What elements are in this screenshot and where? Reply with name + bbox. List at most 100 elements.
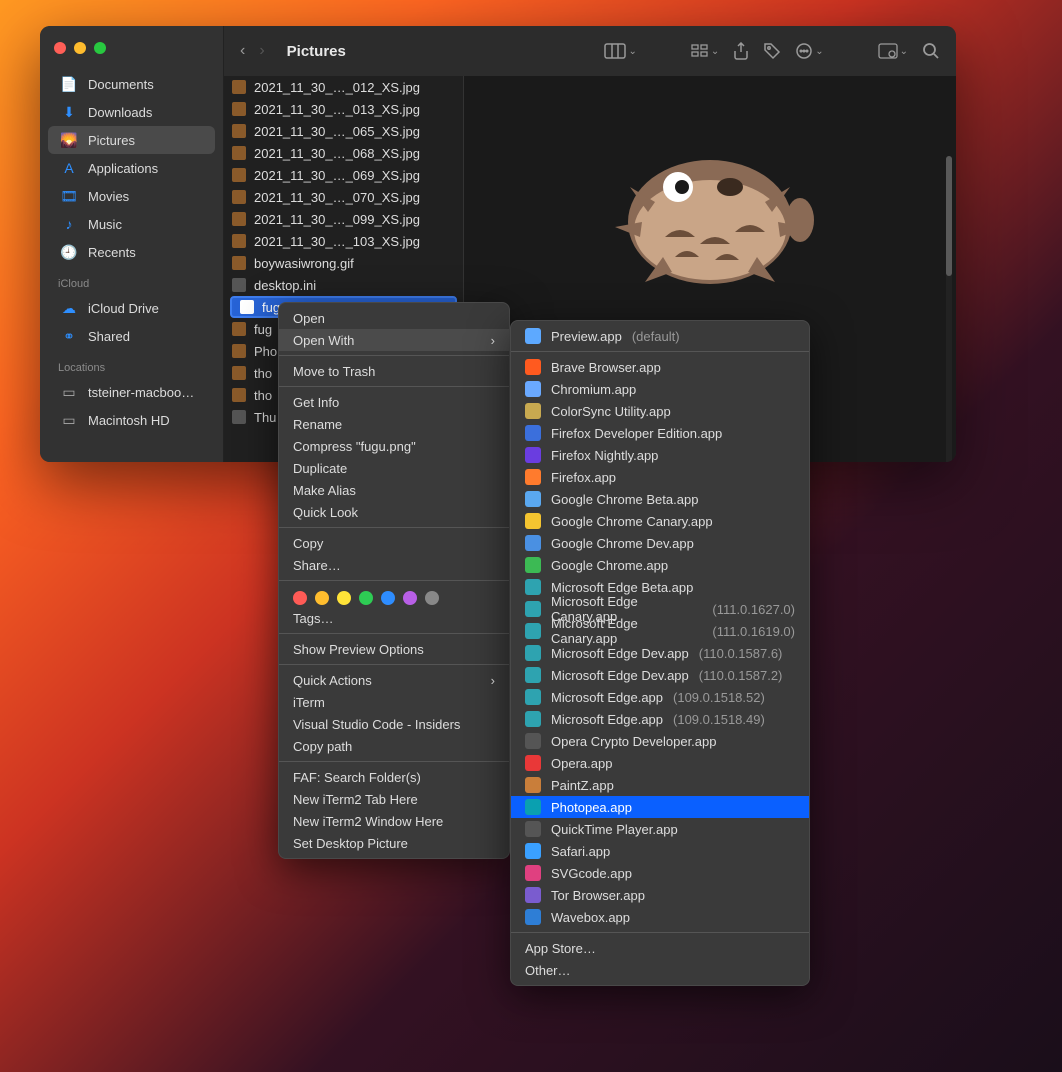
menu-item[interactable]: iTerm: [279, 691, 509, 713]
menu-item[interactable]: Visual Studio Code - Insiders: [279, 713, 509, 735]
open-with-app[interactable]: Preview.app (default): [511, 325, 809, 347]
open-with-app[interactable]: Firefox.app: [511, 466, 809, 488]
file-row[interactable]: 2021_11_30_…_069_XS.jpg: [224, 164, 463, 186]
search-button[interactable]: [922, 42, 940, 60]
group-button[interactable]: ⌄: [691, 44, 719, 58]
sidebar-item-music[interactable]: ♪Music: [48, 210, 215, 238]
menu-item[interactable]: Open With›: [279, 329, 509, 351]
menu-item[interactable]: Share…: [279, 554, 509, 576]
menu-item[interactable]: Quick Actions›: [279, 669, 509, 691]
open-with-app[interactable]: Chromium.app: [511, 378, 809, 400]
open-with-app[interactable]: Google Chrome Dev.app: [511, 532, 809, 554]
open-with-app[interactable]: ColorSync Utility.app: [511, 400, 809, 422]
open-with-app[interactable]: Microsoft Edge.app (109.0.1518.49): [511, 708, 809, 730]
view-columns-button[interactable]: ⌄: [604, 43, 636, 59]
open-with-app[interactable]: Microsoft Edge Dev.app (110.0.1587.6): [511, 642, 809, 664]
file-row[interactable]: 2021_11_30_…_099_XS.jpg: [224, 208, 463, 230]
open-with-footer-item[interactable]: App Store…: [511, 937, 809, 959]
sidebar-item-movies[interactable]: 🎞Movies: [48, 182, 215, 210]
context-menu[interactable]: OpenOpen With› Move to Trash Get InfoRenam…: [278, 302, 510, 859]
open-with-app[interactable]: Google Chrome Canary.app: [511, 510, 809, 532]
sidebar-item-recents[interactable]: 🕘Recents: [48, 238, 215, 266]
file-row[interactable]: 2021_11_30_…_070_XS.jpg: [224, 186, 463, 208]
file-row[interactable]: 2021_11_30_…_013_XS.jpg: [224, 98, 463, 120]
menu-item[interactable]: Copy path: [279, 735, 509, 757]
sidebar-item-applications[interactable]: AApplications: [48, 154, 215, 182]
menu-item[interactable]: Tags…: [279, 607, 509, 629]
open-with-app[interactable]: Microsoft Edge Dev.app (110.0.1587.2): [511, 664, 809, 686]
open-with-app[interactable]: QuickTime Player.app: [511, 818, 809, 840]
sidebar-item-shared[interactable]: ⚭Shared: [48, 322, 215, 350]
open-with-app[interactable]: Google Chrome Beta.app: [511, 488, 809, 510]
menu-item[interactable]: Show Preview Options: [279, 638, 509, 660]
open-with-app[interactable]: Brave Browser.app: [511, 356, 809, 378]
tag-color[interactable]: [315, 591, 329, 605]
open-with-app[interactable]: Microsoft Edge Canary.app (111.0.1619.0): [511, 620, 809, 642]
file-icon: [232, 168, 246, 182]
file-row[interactable]: boywasiwrong.gif: [224, 252, 463, 274]
open-with-app[interactable]: Safari.app: [511, 840, 809, 862]
open-with-submenu[interactable]: Preview.app (default) Brave Browser.appCh…: [510, 320, 810, 986]
file-row[interactable]: 2021_11_30_…_012_XS.jpg: [224, 76, 463, 98]
menu-item[interactable]: Duplicate: [279, 457, 509, 479]
open-with-app[interactable]: SVGcode.app: [511, 862, 809, 884]
tag-color[interactable]: [403, 591, 417, 605]
open-with-app[interactable]: Firefox Developer Edition.app: [511, 422, 809, 444]
sidebar-item-label: Applications: [88, 161, 158, 176]
more-button[interactable]: ⌄: [795, 42, 823, 60]
sidebar-item-location[interactable]: ▭Macintosh HD: [48, 406, 215, 434]
open-with-app[interactable]: Opera Crypto Developer.app: [511, 730, 809, 752]
sidebar-item-pictures[interactable]: 🌄Pictures: [48, 126, 215, 154]
file-row[interactable]: 2021_11_30_…_065_XS.jpg: [224, 120, 463, 142]
fullscreen-window-button[interactable]: [94, 42, 106, 54]
open-with-app[interactable]: PaintZ.app: [511, 774, 809, 796]
actions-button[interactable]: ⌄: [878, 43, 908, 59]
preview-scrollbar-thumb[interactable]: [946, 156, 952, 276]
share-button[interactable]: [733, 42, 749, 60]
tag-color[interactable]: [381, 591, 395, 605]
menu-item[interactable]: Set Desktop Picture: [279, 832, 509, 854]
app-icon: [525, 645, 541, 661]
window-title: Pictures: [287, 43, 346, 60]
close-window-button[interactable]: [54, 42, 66, 54]
sidebar-item-icloud-drive[interactable]: ☁︎iCloud Drive: [48, 294, 215, 322]
sidebar-item-location[interactable]: ▭tsteiner-macboo…: [48, 378, 215, 406]
file-row[interactable]: 2021_11_30_…_068_XS.jpg: [224, 142, 463, 164]
file-row[interactable]: 2021_11_30_…_103_XS.jpg: [224, 230, 463, 252]
app-name: Microsoft Edge Beta.app: [551, 580, 693, 595]
menu-item[interactable]: Get Info: [279, 391, 509, 413]
menu-item-label: Make Alias: [293, 483, 356, 498]
menu-item[interactable]: New iTerm2 Window Here: [279, 810, 509, 832]
open-with-app[interactable]: Photopea.app: [511, 796, 809, 818]
sidebar-item-label: Pictures: [88, 133, 135, 148]
back-button[interactable]: ‹: [240, 42, 245, 60]
file-icon: [232, 234, 246, 248]
open-with-app[interactable]: Microsoft Edge.app (109.0.1518.52): [511, 686, 809, 708]
sidebar-item-downloads[interactable]: ⬇︎Downloads: [48, 98, 215, 126]
tag-color[interactable]: [337, 591, 351, 605]
open-with-footer-item[interactable]: Other…: [511, 959, 809, 981]
open-with-app[interactable]: Tor Browser.app: [511, 884, 809, 906]
menu-item[interactable]: Move to Trash: [279, 360, 509, 382]
sidebar-item-documents[interactable]: 📄Documents: [48, 70, 215, 98]
tags-button[interactable]: [763, 42, 781, 60]
menu-item[interactable]: Open: [279, 307, 509, 329]
menu-item[interactable]: Compress "fugu.png": [279, 435, 509, 457]
menu-item[interactable]: New iTerm2 Tab Here: [279, 788, 509, 810]
open-with-app[interactable]: Opera.app: [511, 752, 809, 774]
open-with-app[interactable]: Wavebox.app: [511, 906, 809, 928]
open-with-app[interactable]: Google Chrome.app: [511, 554, 809, 576]
menu-item[interactable]: Quick Look: [279, 501, 509, 523]
tag-color[interactable]: [293, 591, 307, 605]
menu-item[interactable]: Copy: [279, 532, 509, 554]
menu-item[interactable]: Make Alias: [279, 479, 509, 501]
file-row[interactable]: desktop.ini: [224, 274, 463, 296]
tag-color[interactable]: [359, 591, 373, 605]
menu-item[interactable]: Rename: [279, 413, 509, 435]
open-with-app[interactable]: Firefox Nightly.app: [511, 444, 809, 466]
app-icon: [525, 557, 541, 573]
forward-button[interactable]: ›: [259, 42, 264, 60]
menu-item[interactable]: FAF: Search Folder(s): [279, 766, 509, 788]
tag-color[interactable]: [425, 591, 439, 605]
minimize-window-button[interactable]: [74, 42, 86, 54]
